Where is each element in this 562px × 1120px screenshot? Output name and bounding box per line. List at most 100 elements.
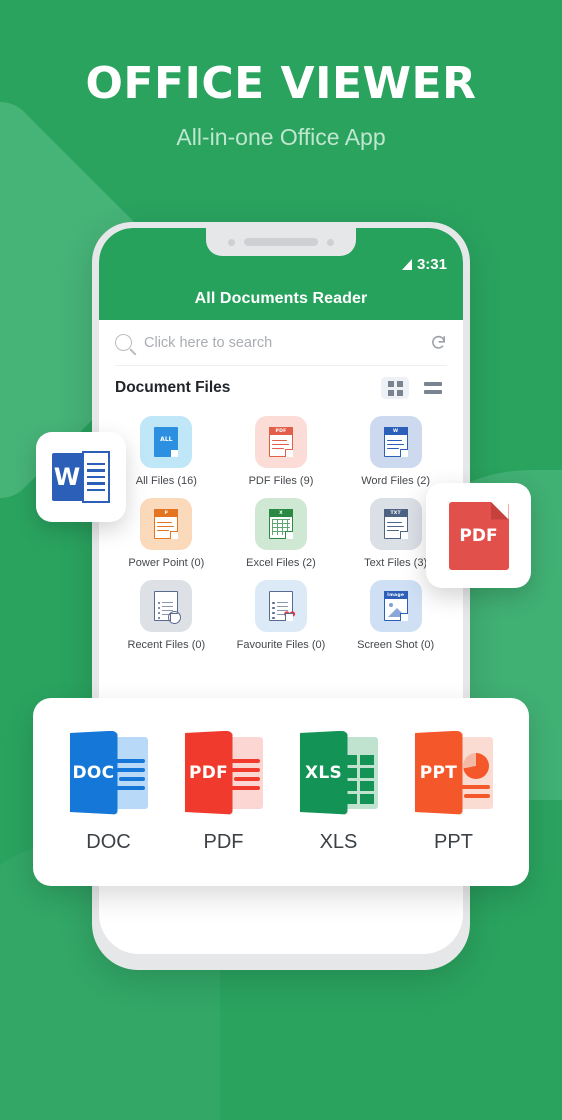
tile-icon-badge: W [383, 427, 408, 435]
tile-icon-badge: Image [383, 591, 408, 599]
camera-dot-icon [228, 238, 235, 246]
tile-background: X [254, 498, 307, 550]
search-bar[interactable]: Click here to search [115, 320, 447, 366]
page-fold-icon [399, 531, 408, 539]
folder-badge-label: PDF [188, 762, 229, 783]
section-header: Document Files [115, 366, 447, 410]
tile-pdf-files[interactable]: PDF PDF Files (9) [224, 416, 339, 487]
folder-badge-label: DOC [72, 762, 115, 783]
tile-excel-files[interactable]: X Excel Files (2) [224, 498, 339, 569]
list-view-icon [424, 382, 442, 394]
tile-background: ALL [140, 416, 193, 468]
word-logo-icon: W [52, 451, 110, 503]
refresh-icon[interactable] [430, 334, 447, 351]
tile-label: All Files (16) [135, 475, 197, 487]
tile-background: ✓ [140, 580, 193, 632]
text-files-icon: TXT [383, 509, 408, 539]
word-badge-card[interactable]: W [36, 432, 126, 522]
folder-front-cover: DOC [69, 730, 118, 815]
page-fold-icon [284, 613, 293, 621]
grid-view-button[interactable] [381, 377, 409, 399]
format-showcase-card: DOC DOC PDF PDF XLS XLS PPT PPT [33, 698, 529, 886]
tile-icon-badge: X [268, 509, 293, 517]
tile-powerpoint-files[interactable]: P Power Point (0) [109, 498, 224, 569]
page-title: Document Files [115, 379, 231, 396]
folder-front-cover: PPT [414, 730, 463, 815]
format-label: XLS [319, 830, 358, 853]
format-item-doc[interactable]: DOC DOC [57, 730, 161, 854]
tile-label: Favourite Files (0) [236, 639, 326, 651]
tile-background: PDF [254, 416, 307, 468]
tile-label: Text Files (3) [364, 557, 428, 569]
all-files-icon: ALL [154, 427, 179, 457]
speaker-grille-icon [244, 238, 318, 246]
format-label: DOC [86, 830, 131, 853]
xls-folder-icon: XLS [299, 730, 378, 815]
search-input[interactable]: Click here to search [144, 335, 418, 351]
tile-label: Recent Files (0) [127, 639, 206, 651]
sensor-dot-icon [327, 238, 334, 246]
hero-title: OFFICE VIEWER [85, 58, 477, 109]
hero-subtitle: All-in-one Office App [176, 124, 386, 150]
tile-background: P [140, 498, 193, 550]
format-item-xls[interactable]: XLS XLS [287, 730, 391, 854]
screenshot-files-icon: Image [383, 591, 408, 621]
tile-word-files[interactable]: W Word Files (2) [338, 416, 453, 487]
tile-recent-files[interactable]: ✓ Recent Files (0) [109, 580, 224, 651]
pdf-badge-card[interactable]: PDF [426, 483, 531, 588]
tile-favourite-files[interactable]: ❤ Favourite Files (0) [224, 580, 339, 651]
word-files-icon: W [383, 427, 408, 457]
folder-badge-label: XLS [304, 762, 343, 783]
grid-view-icon [387, 380, 403, 396]
signal-triangle-icon [401, 259, 412, 270]
document-type-grid: ALL All Files (16) PDF PDF Files (9) W Word F… [109, 416, 453, 651]
format-item-ppt[interactable]: PPT PPT [402, 730, 506, 854]
tile-icon-badge: P [154, 509, 179, 517]
tile-label: Power Point (0) [128, 557, 205, 569]
tile-icon-badge: TXT [383, 509, 408, 517]
page-fold-icon [399, 449, 408, 457]
page-fold-icon [170, 613, 179, 621]
tile-all-files[interactable]: ALL All Files (16) [109, 416, 224, 487]
pie-chart-icon [462, 752, 489, 779]
ppt-folder-icon: PPT [414, 730, 493, 815]
page-fold-icon [170, 449, 179, 457]
pdf-logo-label: PDF [459, 525, 498, 546]
view-toggle-group [381, 377, 447, 399]
tile-background: ❤ [254, 580, 307, 632]
folder-badge-label: PPT [419, 762, 458, 783]
tile-icon-badge: PDF [268, 427, 293, 435]
tile-icon-badge: ALL [160, 436, 173, 443]
doc-folder-icon: DOC [69, 730, 148, 815]
tile-label: Screen Shot (0) [357, 639, 435, 651]
phone-notch [206, 228, 356, 256]
list-view-button[interactable] [419, 377, 447, 399]
tile-label: Excel Files (2) [246, 557, 316, 569]
page-fold-icon [399, 613, 408, 621]
format-label: PPT [434, 830, 473, 853]
search-icon [115, 334, 132, 351]
tile-label: Word Files (2) [361, 475, 431, 487]
pdf-logo-icon: PDF [448, 501, 509, 570]
excel-files-icon: X [268, 509, 293, 539]
hero-section: OFFICE VIEWER All-in-one Office App [0, 0, 562, 151]
word-logo-letter: W [52, 453, 85, 501]
app-bar: 3:31 All Documents Reader [99, 228, 463, 320]
recent-files-icon: ✓ [154, 591, 182, 624]
tile-background: Image [369, 580, 422, 632]
status-bar-time: 3:31 [416, 256, 447, 273]
pdf-folder-icon: PDF [184, 730, 263, 815]
app-bar-title: All Documents Reader [194, 290, 368, 307]
tile-background: W [369, 416, 422, 468]
format-item-pdf[interactable]: PDF PDF [172, 730, 276, 854]
folder-front-cover: PDF [184, 730, 233, 815]
pdf-files-icon: PDF [268, 427, 293, 457]
word-logo-page [82, 451, 110, 503]
powerpoint-files-icon: P [154, 509, 179, 539]
folder-front-cover: XLS [299, 730, 348, 815]
page-fold-icon [284, 449, 293, 457]
page-fold-icon [170, 531, 179, 539]
favourite-files-icon: ❤ [268, 591, 296, 624]
tile-label: PDF Files (9) [248, 475, 314, 487]
tile-screenshot-files[interactable]: Image Screen Shot (0) [338, 580, 453, 651]
